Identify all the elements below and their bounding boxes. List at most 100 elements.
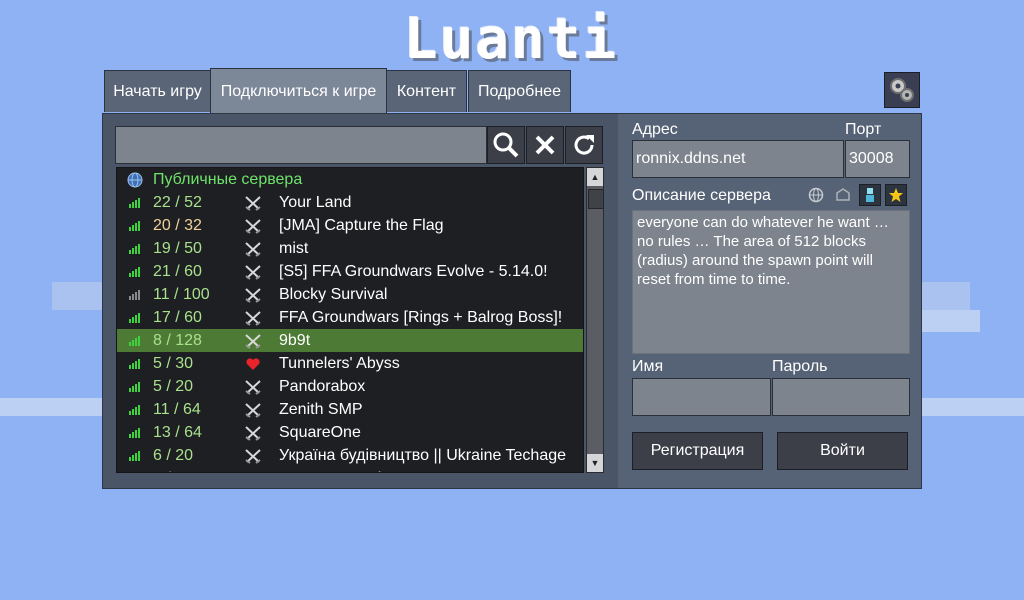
signal-icon	[117, 473, 153, 474]
table-row[interactable]: 4 / 20 Dungeon Realms 2001	[117, 467, 583, 474]
signal-icon	[117, 358, 153, 370]
register-button[interactable]: Регистрация	[632, 432, 763, 470]
signal-icon	[117, 335, 153, 347]
pvp-swords-icon	[233, 402, 273, 418]
globe-icon	[117, 172, 153, 188]
address-field[interactable]: ronnix.ddns.net	[632, 140, 844, 178]
pvp-swords-icon	[233, 310, 273, 326]
background-cloud	[920, 310, 980, 332]
player-count: 22 / 52	[153, 193, 202, 211]
signal-icon	[117, 266, 153, 278]
close-icon	[535, 135, 555, 155]
pvp-swords-icon	[233, 333, 273, 349]
server-name: Your Land	[279, 193, 352, 211]
player-count: 13 / 64	[153, 423, 202, 441]
server-name: [S5] FFA Groundwars Evolve - 5.14.0!	[279, 262, 548, 280]
pvp-swords-icon	[233, 287, 273, 303]
refresh-icon	[574, 135, 594, 155]
player-count: 17 / 60	[153, 308, 202, 326]
background-cloud	[922, 398, 1024, 416]
server-description: everyone can do whatever he want … no ru…	[632, 210, 910, 354]
table-row[interactable]: 19 / 50 mist	[117, 237, 583, 260]
server-name: FFA Groundwars [Rings + Balrog Boss]!	[279, 308, 563, 326]
table-row[interactable]: 22 / 52 Your Land	[117, 191, 583, 214]
list-header[interactable]: Публичные сервера	[117, 168, 583, 191]
signal-icon	[117, 289, 153, 301]
table-row[interactable]: 11 / 100 Blocky Survival	[117, 283, 583, 306]
name-label: Имя	[632, 358, 664, 375]
server-details-pane: Адрес Порт ronnix.ddns.net 30008 Описани…	[618, 114, 921, 488]
tab-about[interactable]: Подробнее	[468, 70, 571, 112]
pvp-swords-icon	[233, 379, 273, 395]
scroll-thumb[interactable]	[588, 189, 604, 209]
pvp-swords-icon	[233, 195, 273, 211]
tab-content[interactable]: Контент	[386, 70, 467, 112]
favorite-star-icon[interactable]	[885, 184, 907, 206]
signal-icon	[117, 404, 153, 416]
signal-icon	[117, 197, 153, 209]
server-name: SquareOne	[279, 423, 361, 441]
search-icon	[493, 132, 519, 158]
damage-icon	[832, 184, 854, 206]
search-button[interactable]	[487, 126, 525, 164]
table-row[interactable]: 21 / 60 [S5] FFA Groundwars Evolve - 5.14…	[117, 260, 583, 283]
server-list-pane: Публичные сервера 22 / 52 Your Land 20 / 3…	[103, 114, 618, 488]
refresh-button[interactable]	[565, 126, 603, 164]
server-name: Tunnelers' Abyss	[279, 354, 400, 372]
server-name: Україна будівництво || Ukraine Techage	[279, 446, 567, 464]
password-field[interactable]	[772, 378, 910, 416]
pvp-swords-icon	[233, 264, 273, 280]
player-count: 8 / 128	[153, 331, 202, 349]
player-count: 19 / 50	[153, 239, 202, 257]
table-row[interactable]: 11 / 64 Zenith SMP	[117, 398, 583, 421]
tab-join-game[interactable]: Подключиться к игре	[210, 68, 387, 114]
table-row[interactable]: 20 / 32 [JMA] Capture the Flag	[117, 214, 583, 237]
tab-start-game[interactable]: Начать игру	[104, 70, 211, 112]
pvp-swords-icon	[233, 471, 273, 472]
name-field[interactable]	[632, 378, 771, 416]
player-count: 21 / 60	[153, 262, 202, 280]
search-input[interactable]	[115, 126, 487, 164]
signal-icon	[117, 220, 153, 232]
pvp-swords-icon	[233, 241, 273, 257]
server-list[interactable]: Публичные сервера 22 / 52 Your Land 20 / 3…	[116, 167, 584, 473]
port-label: Порт	[845, 121, 882, 138]
background-cloud	[0, 398, 102, 416]
server-name: Pandorabox	[279, 377, 366, 395]
login-button[interactable]: Войти	[777, 432, 908, 470]
creative-icon	[859, 184, 881, 206]
table-row[interactable]: 17 / 60 FFA Groundwars [Rings + Balrog Bo…	[117, 306, 583, 329]
public-servers-label: Публичные сервера	[153, 170, 303, 188]
signal-icon	[117, 381, 153, 393]
server-name: Dungeon Realms 2001	[273, 470, 583, 473]
password-label: Пароль	[772, 358, 828, 375]
server-name: Blocky Survival	[279, 285, 388, 303]
settings-button[interactable]	[884, 72, 920, 108]
pvp-swords-icon	[233, 425, 273, 441]
server-name: [JMA] Capture the Flag	[279, 216, 444, 234]
player-count: 5 / 20	[153, 377, 194, 395]
server-name: Zenith SMP	[279, 400, 363, 418]
main-panel: Публичные сервера 22 / 52 Your Land 20 / 3…	[102, 113, 922, 489]
globe-icon	[805, 184, 827, 206]
signal-icon	[117, 450, 153, 462]
server-name: mist	[279, 239, 309, 257]
server-name: 9b9t	[279, 331, 311, 349]
table-row[interactable]: 6 / 20 Україна будівництво || Ukraine Tec…	[117, 444, 583, 467]
player-count: 11 / 64	[153, 400, 201, 418]
scroll-down-arrow[interactable]: ▼	[587, 454, 603, 472]
table-row[interactable]: 8 / 128 9b9t	[117, 329, 583, 352]
table-row[interactable]: 13 / 64 SquareOne	[117, 421, 583, 444]
player-count: 6 / 20	[153, 446, 194, 464]
scroll-up-arrow[interactable]: ▲	[587, 168, 603, 186]
table-row[interactable]: 5 / 20 Pandorabox	[117, 375, 583, 398]
signal-icon	[117, 312, 153, 324]
pvp-swords-icon	[233, 448, 273, 464]
port-field[interactable]: 30008	[845, 140, 910, 178]
signal-icon	[117, 243, 153, 255]
address-label: Адрес	[632, 121, 678, 138]
background-cloud	[920, 282, 970, 310]
table-row[interactable]: 5 / 30 Tunnelers' Abyss	[117, 352, 583, 375]
scrollbar[interactable]: ▲ ▼	[586, 167, 604, 473]
clear-button[interactable]	[526, 126, 564, 164]
